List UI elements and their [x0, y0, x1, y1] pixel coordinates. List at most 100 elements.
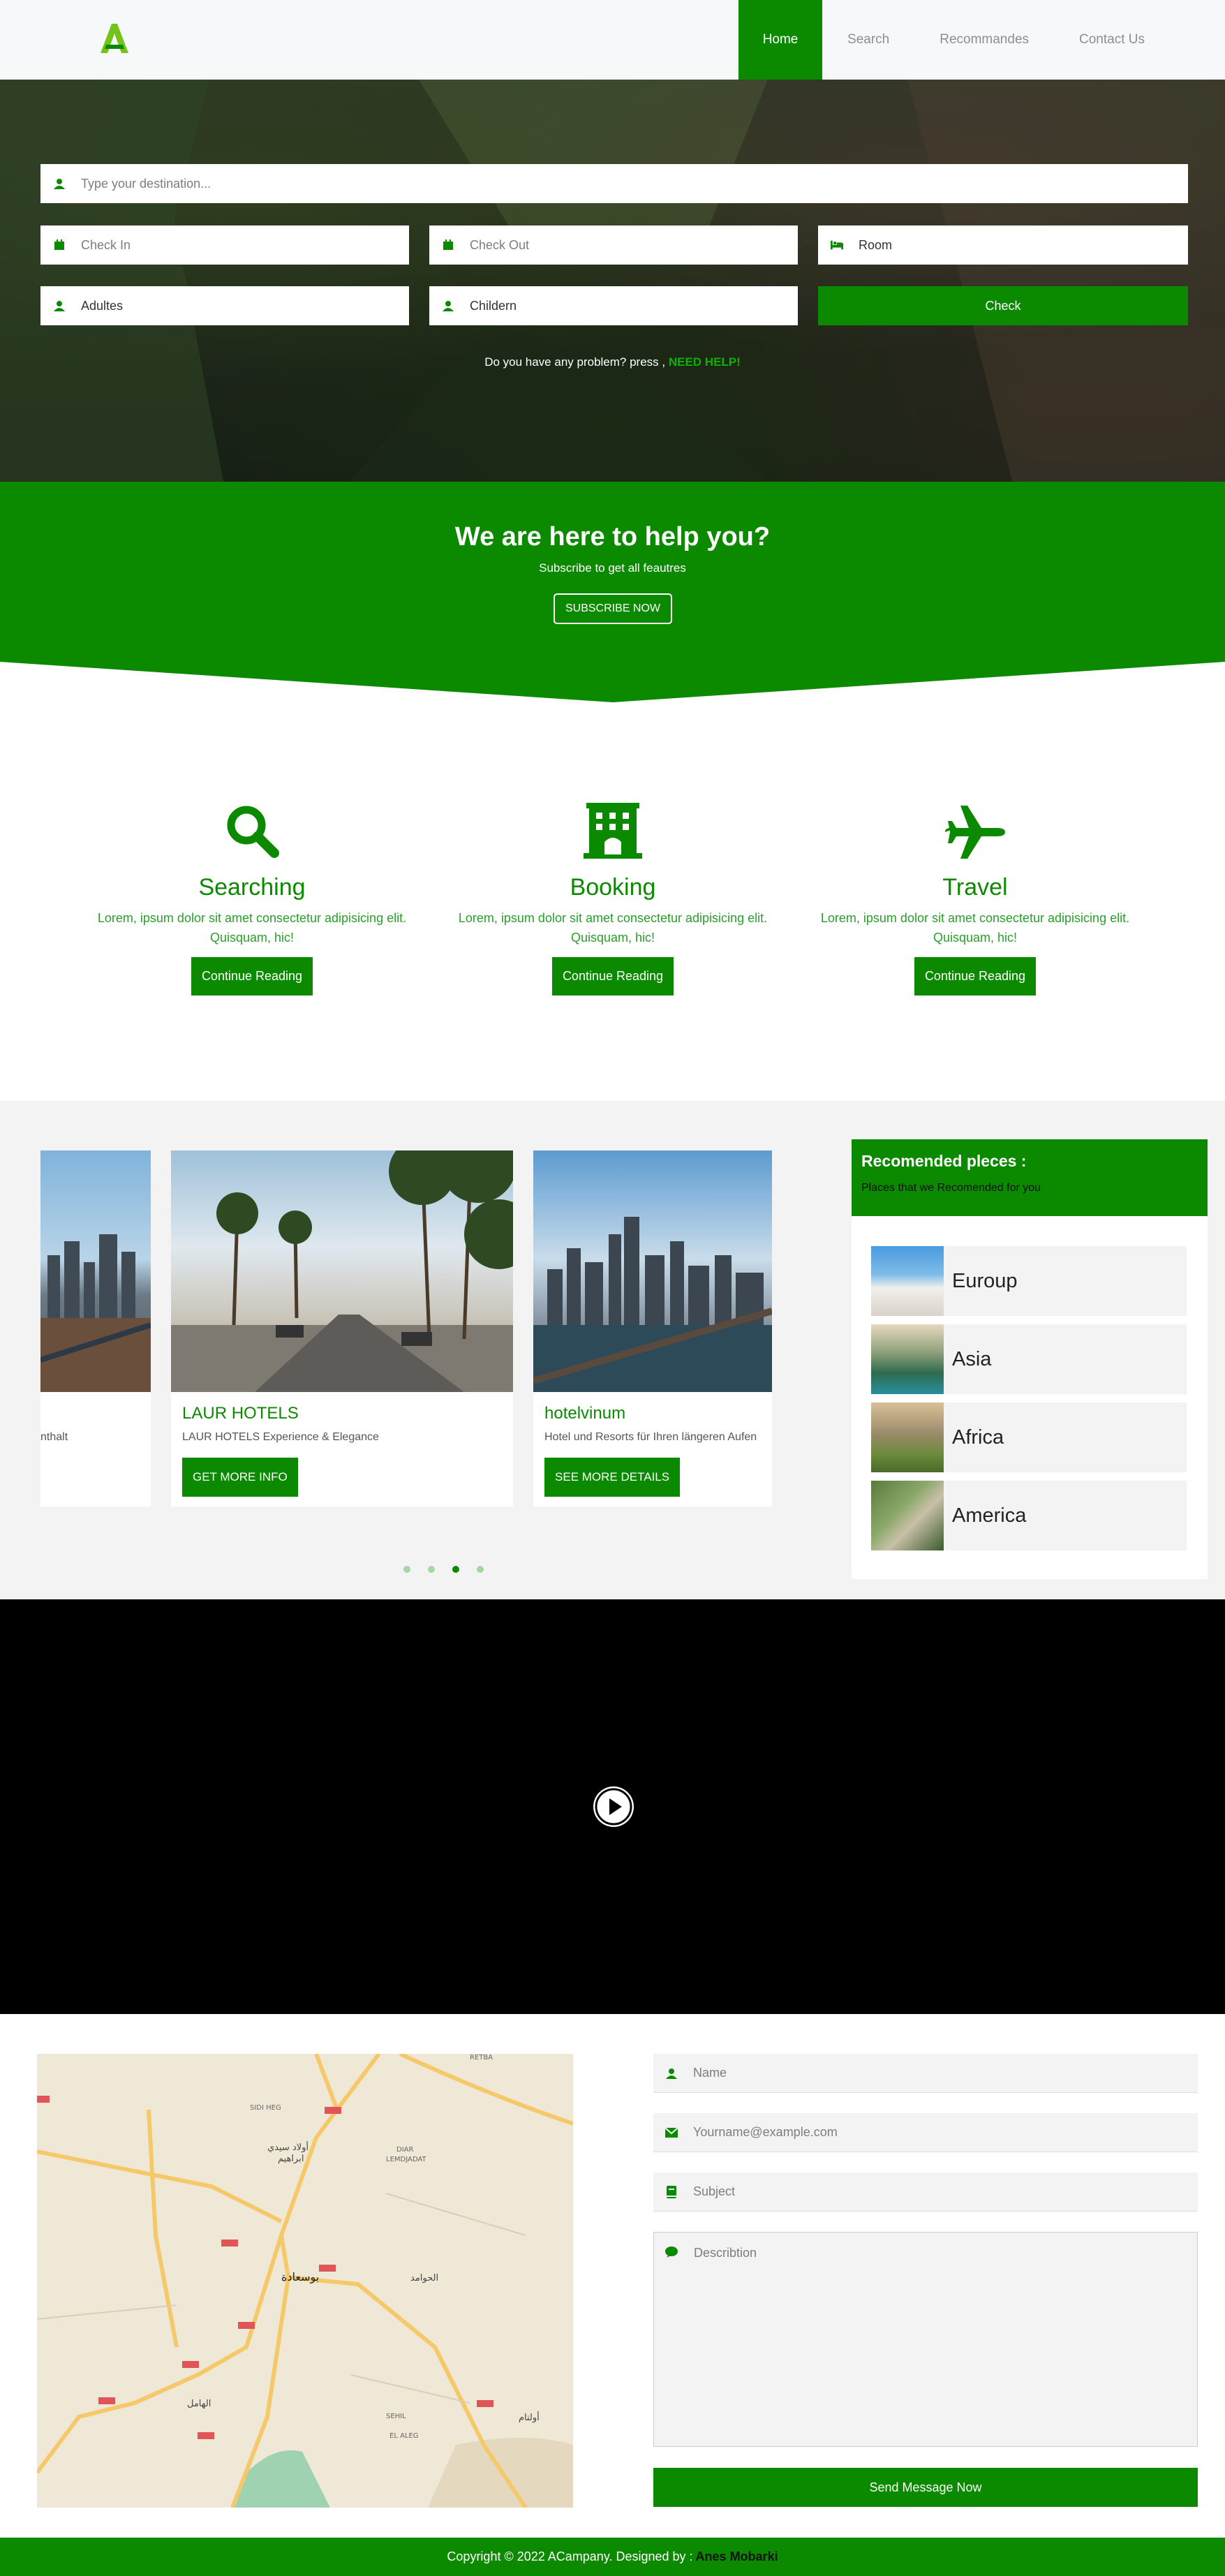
calendar-icon	[53, 239, 66, 251]
author-link[interactable]: Anes Mobarki	[696, 2549, 778, 2564]
play-icon[interactable]	[593, 1786, 634, 1827]
footer: Copyright © 2022 ACampany. Designed by :…	[0, 2538, 1225, 2576]
map-label: أولتام	[519, 2411, 540, 2423]
check-out-input[interactable]: Check Out	[429, 225, 798, 265]
map-label: SEHIL	[386, 2413, 406, 2420]
envelope-icon	[665, 2126, 678, 2139]
map-label: DIAR	[396, 2146, 413, 2154]
check-button[interactable]: Check	[818, 286, 1188, 325]
hotel-card[interactable]: nthalt	[40, 1150, 151, 1507]
continue-reading-button[interactable]: Continue Reading	[551, 957, 674, 995]
see-more-details-button[interactable]: SEE MORE DETAILS	[544, 1458, 681, 1497]
feature-text: Lorem, ipsum dolor sit amet consectetur …	[458, 911, 768, 945]
place-america[interactable]: America	[871, 1481, 1187, 1550]
get-more-info-button[interactable]: GET MORE INFO	[182, 1458, 298, 1497]
map-label: RETBA	[470, 2054, 493, 2061]
help-line: Do you have any problem? press , NEED HE…	[484, 355, 741, 369]
user-icon	[442, 299, 454, 312]
a-letter-logo[interactable]	[98, 21, 131, 54]
description-textarea[interactable]: Describtion	[653, 2232, 1198, 2447]
comment-icon	[665, 2246, 678, 2259]
carousel-dot[interactable]	[403, 1566, 410, 1573]
place-africa[interactable]: Africa	[871, 1402, 1187, 1472]
children-input[interactable]: Childern	[429, 286, 798, 325]
band-subtitle: Subscribe to get all feautres	[539, 561, 686, 575]
band-title: We are here to help you?	[454, 522, 771, 552]
map-label: الهامل	[187, 2399, 211, 2409]
nav-contact-us[interactable]: Contact Us	[1054, 0, 1225, 80]
hotel-image	[40, 1150, 151, 1392]
feature-text: Lorem, ipsum dolor sit amet consectetur …	[820, 911, 1130, 945]
need-help-link[interactable]: NEED HELP!	[669, 355, 741, 369]
place-name: Euroup	[952, 1269, 1018, 1292]
recommended-panel: Recomended pleces : Places that we Recom…	[852, 1139, 1208, 1579]
hotel-name: hotelvinum	[544, 1404, 626, 1423]
building-icon	[449, 796, 777, 859]
feature-title: Booking	[570, 874, 656, 901]
place-name: America	[952, 1504, 1027, 1527]
hotel-image	[533, 1150, 772, 1392]
adults-input[interactable]: Adultes	[40, 286, 409, 325]
name-input[interactable]: Name	[653, 2054, 1198, 2093]
destination-input[interactable]: Type your destination...	[40, 164, 1188, 203]
send-message-button[interactable]: Send Message Now	[653, 2468, 1198, 2507]
search-icon	[88, 796, 416, 859]
hotel-card[interactable]: hotelvinum Hotel und Resorts für Ihren l…	[533, 1150, 772, 1507]
check-in-input[interactable]: Check In	[40, 225, 409, 265]
user-icon	[53, 299, 66, 312]
place-europe[interactable]: Euroup	[871, 1246, 1187, 1316]
continue-reading-button[interactable]: Continue Reading	[914, 957, 1037, 995]
place-asia[interactable]: Asia	[871, 1324, 1187, 1394]
map-label: EL ALEG	[389, 2432, 419, 2440]
book-icon	[665, 2185, 678, 2198]
map-label: بوسعادة	[281, 2270, 319, 2284]
nav-home[interactable]: Home	[738, 0, 823, 80]
user-icon	[53, 177, 66, 190]
hotel-desc: LAUR HOTELS Experience & Elegance	[182, 1431, 379, 1443]
map-label: SIDI HEG	[250, 2104, 281, 2112]
place-name: Asia	[952, 1347, 992, 1370]
place-thumbnail	[871, 1324, 944, 1394]
video-section	[0, 1599, 1225, 2014]
carousel-dots	[403, 1566, 484, 1573]
bed-icon	[831, 239, 843, 251]
feature-title: Travel	[942, 874, 1008, 901]
nav-recommandes[interactable]: Recommandes	[914, 0, 1054, 80]
feature-booking: Booking Lorem, ipsum dolor sit amet cons…	[449, 796, 777, 995]
copyright-text: Copyright © 2022 ACampany. Designed by :	[447, 2549, 693, 2563]
subject-input[interactable]: Subject	[653, 2172, 1198, 2212]
user-icon	[665, 2067, 678, 2080]
feature-text: Lorem, ipsum dolor sit amet consectetur …	[97, 911, 407, 945]
carousel-dot[interactable]	[428, 1566, 435, 1573]
recommended-title: Recomended pleces :	[861, 1152, 1027, 1170]
location-map[interactable]: RETBA SIDI HEG أولاد سيدي ابراهيم DIAR L…	[37, 2054, 573, 2508]
continue-reading-button[interactable]: Continue Reading	[191, 957, 313, 995]
carousel-dot[interactable]	[452, 1566, 459, 1573]
hotel-card[interactable]: LAUR HOTELS LAUR HOTELS Experience & Ele…	[171, 1150, 513, 1507]
map-label: LEMDJADAT	[386, 2156, 426, 2163]
email-input[interactable]: Yourname@example.com	[653, 2113, 1198, 2152]
hotel-name: LAUR HOTELS	[182, 1404, 299, 1423]
feature-title: Searching	[198, 874, 306, 901]
hotels-section: nthalt LAUR HOTELS LAUR HOTELS Experienc…	[0, 1101, 1225, 1599]
carousel-dot[interactable]	[477, 1566, 484, 1573]
room-input[interactable]: Room	[818, 225, 1188, 265]
place-name: Africa	[952, 1426, 1004, 1449]
place-thumbnail	[871, 1402, 944, 1472]
top-navbar: Home Search Recommandes Contact Us	[0, 0, 1225, 80]
map-label: ابراهيم	[278, 2154, 304, 2164]
place-thumbnail	[871, 1246, 944, 1316]
subscribe-button[interactable]: SUBSCRIBE NOW	[554, 593, 672, 624]
recommended-header: Recomended pleces : Places that we Recom…	[852, 1139, 1208, 1216]
subscribe-band: We are here to help you? Subscribe to ge…	[0, 482, 1225, 705]
nav-search[interactable]: Search	[822, 0, 914, 80]
main-menu: Home Search Recommandes Contact Us	[738, 0, 1225, 80]
map-label: أولاد سيدي	[267, 2141, 309, 2153]
hotel-desc: Hotel und Resorts für Ihren längeren Auf…	[544, 1431, 757, 1443]
hotel-image	[171, 1150, 513, 1392]
hero-background-art	[0, 80, 1225, 482]
place-thumbnail	[871, 1481, 944, 1550]
feature-searching: Searching Lorem, ipsum dolor sit amet co…	[88, 796, 416, 995]
hero-section: Type your destination... Check In Check …	[0, 80, 1225, 482]
map-label: الحوامد	[410, 2273, 438, 2283]
